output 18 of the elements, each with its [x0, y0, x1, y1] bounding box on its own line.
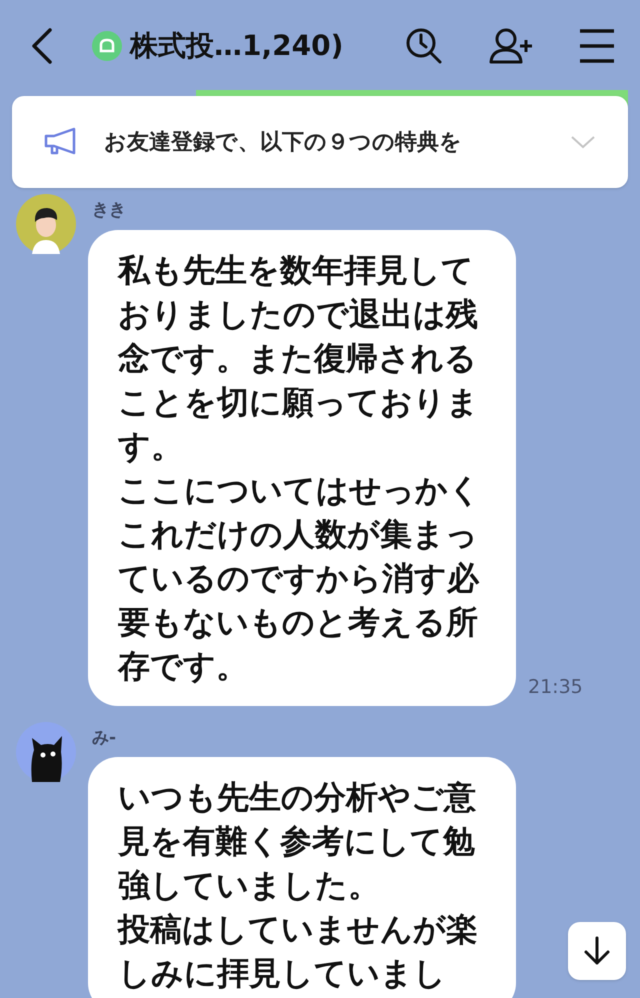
group-icon: [92, 31, 122, 61]
add-friend-icon[interactable]: [488, 26, 534, 66]
down-arrow-icon: [583, 936, 611, 966]
scroll-down-button[interactable]: [568, 922, 626, 980]
announcement-banner[interactable]: お友達登録で、以下の９つの特典を: [12, 96, 628, 188]
chat-title: 株式投…1,240): [130, 28, 344, 64]
timestamp: 21:35: [528, 675, 583, 700]
sender-name: み-: [92, 726, 118, 750]
message-text: いつも先生の分析やご意見を有難く参考にして勉強していました。: [118, 777, 477, 906]
cat-avatar-icon: [16, 722, 76, 782]
message-text: 私も先生を数年拝見しておりましたので退出は残念です。また復帰されることを切に願っております。: [118, 250, 480, 466]
search-icon[interactable]: [404, 26, 444, 66]
menu-icon[interactable]: [578, 28, 616, 64]
message-text: ここについてはせっかくこれだけの人数が集まっているのですから消す必要もないものと考える所存です。: [118, 470, 482, 686]
announcement-text: お友達登録で、以下の９つの特典を: [104, 128, 462, 156]
avatar-icon: [16, 194, 76, 254]
sender-name: きき: [92, 199, 127, 222]
message-text: 投稿はしていませんが楽しみに拝見していまし: [118, 909, 479, 994]
